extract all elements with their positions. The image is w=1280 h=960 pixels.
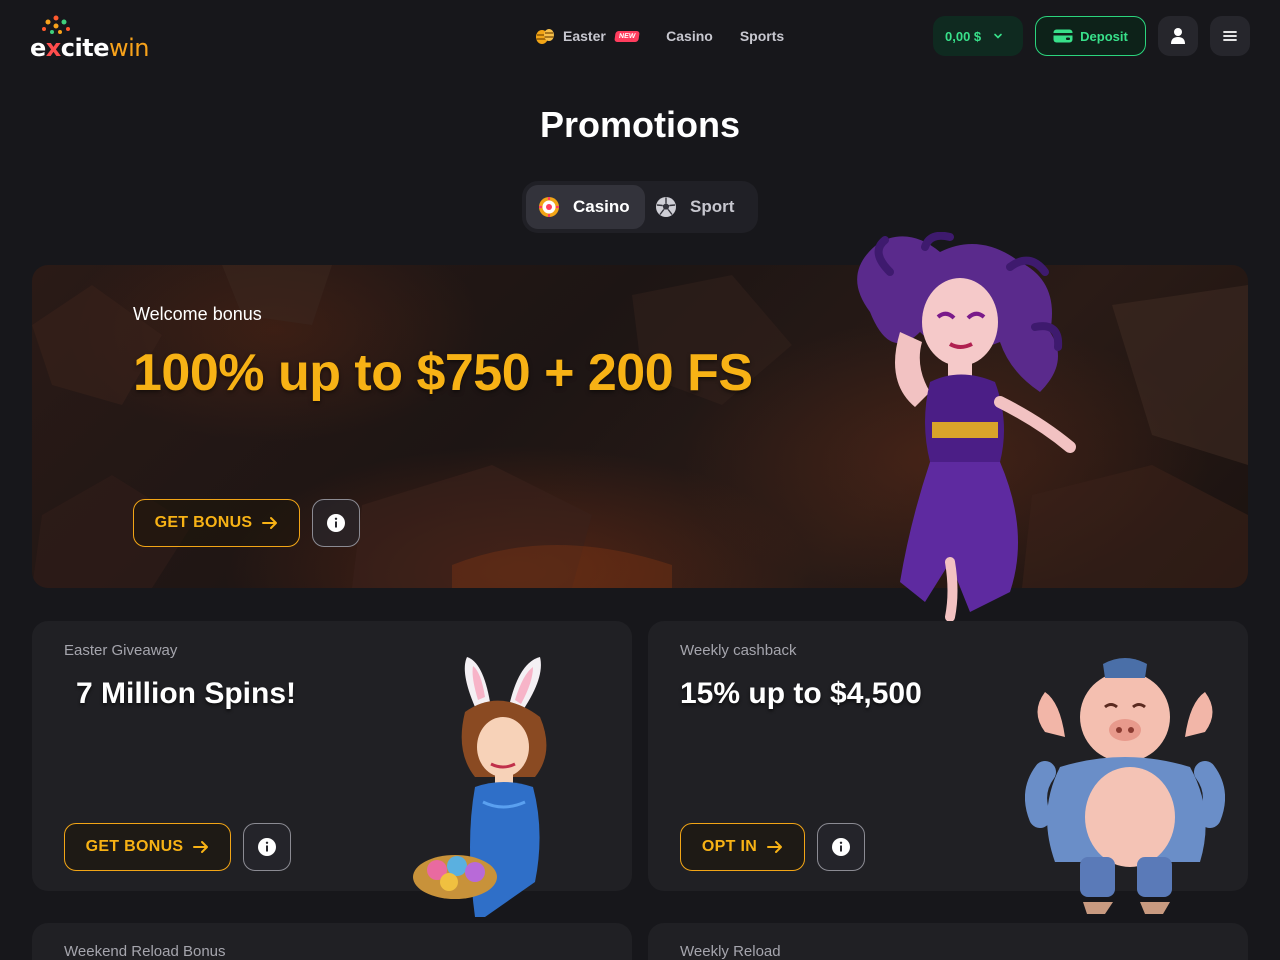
info-icon <box>258 838 276 856</box>
main-nav: Easter NEW Casino Sports <box>535 24 811 48</box>
tab-casino[interactable]: Casino <box>526 185 645 229</box>
header: excitewin Easter NEW Casino Sports 0,00 … <box>0 0 1280 72</box>
weekly-reload-card: Weekly Reload <box>648 923 1248 960</box>
info-icon <box>832 838 850 856</box>
chevron-down-icon <box>994 33 1002 39</box>
button-label: GET BONUS <box>154 514 253 531</box>
arrow-right-icon <box>767 841 783 853</box>
page-title: Promotions <box>539 104 740 145</box>
button-label: OPT IN <box>701 838 758 855</box>
info-button[interactable] <box>312 499 360 547</box>
deposit-button[interactable]: Deposit <box>1035 16 1146 56</box>
user-icon <box>1171 28 1185 44</box>
soccer-ball-icon <box>656 197 676 217</box>
menu-button[interactable] <box>1210 16 1250 56</box>
card-label: Weekend Reload Bonus <box>64 943 226 960</box>
logo[interactable]: excitewin <box>30 14 160 62</box>
easter-eggs-icon <box>536 29 554 44</box>
opt-in-button[interactable]: OPT IN <box>680 823 805 871</box>
nav-item-label: Easter <box>563 28 606 44</box>
profile-button[interactable] <box>1158 16 1198 56</box>
get-bonus-button[interactable]: GET BONUS <box>133 499 300 547</box>
info-button[interactable] <box>243 823 291 871</box>
wallet-icon <box>1053 29 1073 43</box>
deposit-label: Deposit <box>1080 28 1128 44</box>
info-button[interactable] <box>817 823 865 871</box>
card-label: Weekly cashback <box>680 642 797 659</box>
new-badge: NEW <box>614 30 640 42</box>
medusa-character-image <box>857 232 1076 622</box>
nav-item-label: Sports <box>739 28 785 44</box>
hamburger-icon <box>1223 31 1237 41</box>
arrow-right-icon <box>262 517 278 529</box>
tab-label: Sport <box>690 197 735 216</box>
info-icon <box>327 514 345 532</box>
nav-item-sports[interactable]: Sports <box>740 28 784 44</box>
tab-sport[interactable]: Sport <box>645 185 746 229</box>
nav-item-easter[interactable]: Easter NEW <box>535 27 640 45</box>
nav-item-casino[interactable]: Casino <box>666 28 713 44</box>
pig-character-image <box>1025 658 1225 914</box>
card-title: 15% up to $4,500 <box>680 677 922 710</box>
get-bonus-button[interactable]: GET BONUS <box>64 823 231 871</box>
casino-chip-icon <box>539 197 559 217</box>
bunny-girl-character-image <box>413 657 547 917</box>
category-tabs: Casino Sport <box>522 181 758 233</box>
logo-wordmark: excitewin <box>30 34 149 62</box>
nav-item-label: Casino <box>666 28 713 44</box>
balance-value: 0,00 $ <box>945 28 982 44</box>
weekend-reload-card: Weekend Reload Bonus <box>32 923 632 960</box>
balance-dropdown[interactable]: 0,00 $ <box>933 16 1023 56</box>
card-label: Easter Giveaway <box>64 642 178 659</box>
tab-label: Casino <box>573 197 630 216</box>
card-title: 7 Million Spins! <box>76 677 297 710</box>
hero-title: 100% up to $750 + 200 FS <box>133 344 753 402</box>
arrow-right-icon <box>193 841 209 853</box>
hero-label: Welcome bonus <box>133 304 262 324</box>
card-label: Weekly Reload <box>680 943 781 960</box>
button-label: GET BONUS <box>85 838 184 855</box>
